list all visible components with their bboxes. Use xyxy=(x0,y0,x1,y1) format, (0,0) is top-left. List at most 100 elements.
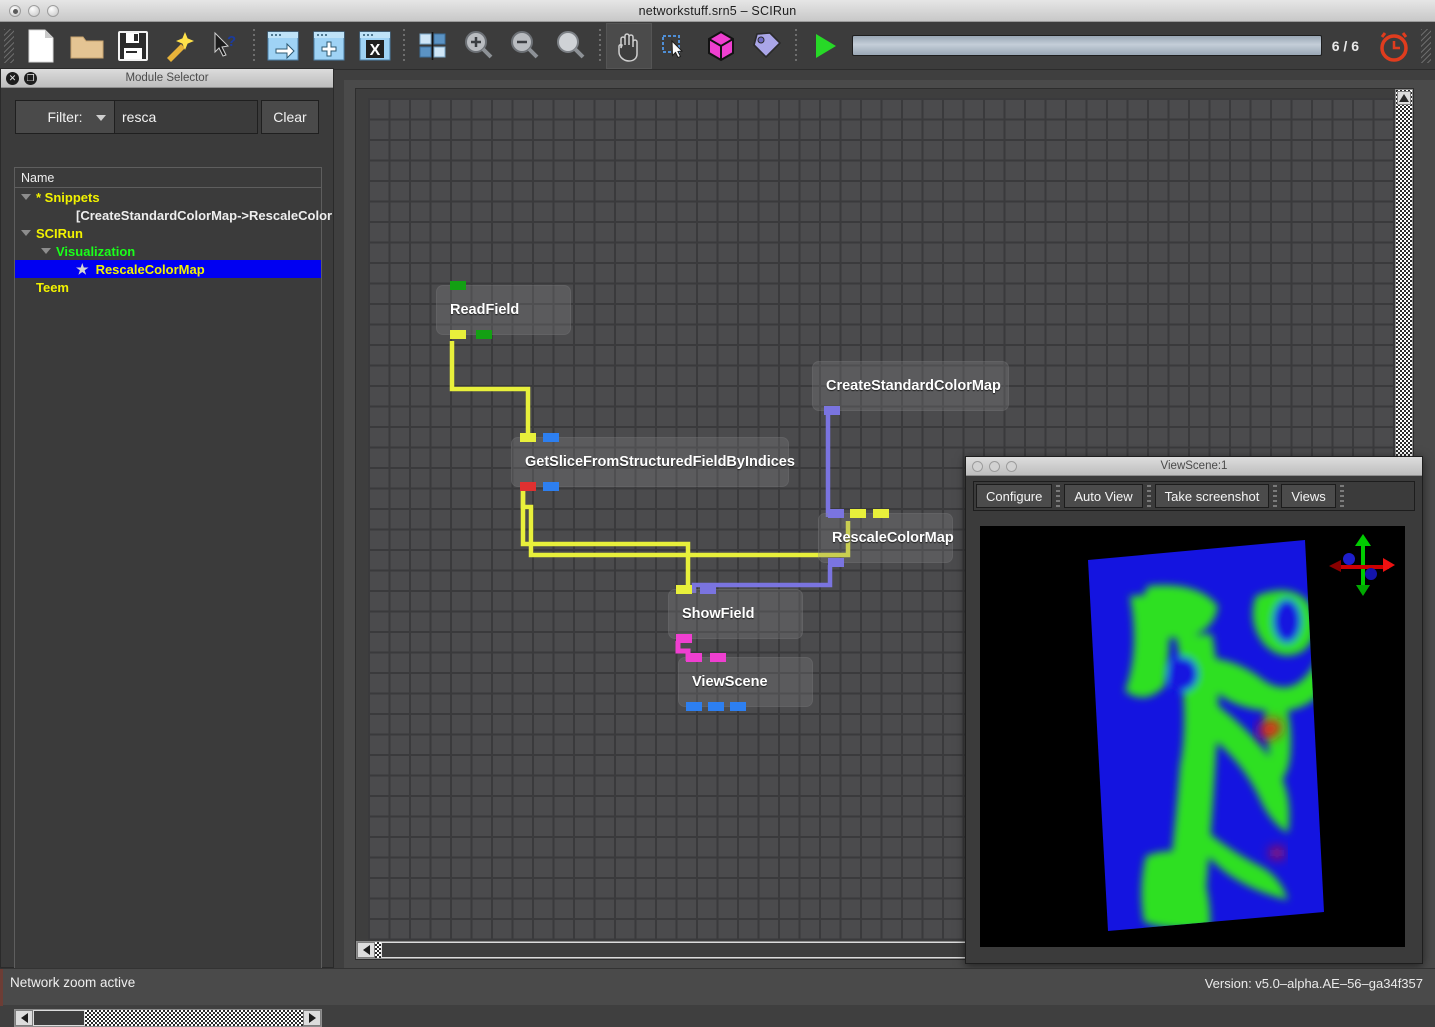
magic-wand-button[interactable] xyxy=(156,23,202,69)
module-output-port[interactable] xyxy=(476,330,492,339)
execution-progress-bar xyxy=(852,35,1322,56)
module-input-port[interactable] xyxy=(710,653,726,662)
take-screenshot-button[interactable]: Take screenshot xyxy=(1155,484,1270,508)
toolbar-grip-right[interactable] xyxy=(1421,29,1431,63)
tree-row-label: Teem xyxy=(36,280,69,295)
module-input-port[interactable] xyxy=(700,585,716,594)
execute-all-button[interactable] xyxy=(260,23,306,69)
save-file-button[interactable] xyxy=(110,23,156,69)
viewscene-window: ViewScene:1 Configure Auto View Take scr… xyxy=(965,456,1423,964)
clear-filter-button[interactable]: Clear xyxy=(261,100,319,134)
module-input-port[interactable] xyxy=(873,509,889,518)
module-createstandardcolormap[interactable]: CreateStandardColorMap xyxy=(812,361,1009,411)
module-label: ReadField xyxy=(450,302,519,318)
open-file-button[interactable] xyxy=(64,23,110,69)
toolbar-grip[interactable] xyxy=(1056,485,1060,507)
module-selector-titlebar: ✕ ❐ Module Selector xyxy=(1,69,333,88)
module-rescalecolormap[interactable]: RescaleColorMap xyxy=(818,513,953,563)
module-output-port[interactable] xyxy=(676,634,692,643)
tree-rows[interactable]: * Snippets[CreateStandardColorMap->Resca… xyxy=(15,188,321,296)
toolbar-separator xyxy=(253,29,255,63)
whats-this-button[interactable]: ? xyxy=(202,23,248,69)
tree-row[interactable]: Visualization xyxy=(15,242,321,260)
module-input-port[interactable] xyxy=(686,653,702,662)
toolbar-grip[interactable] xyxy=(1340,485,1344,507)
module-viewscene[interactable]: ViewScene xyxy=(678,657,813,707)
module-input-port[interactable] xyxy=(520,433,536,442)
viewscene-render-canvas[interactable] xyxy=(980,526,1405,947)
tree-row-label: * Snippets xyxy=(36,190,100,205)
execute-button[interactable] xyxy=(802,23,848,69)
svg-text:?: ? xyxy=(227,33,236,50)
module-output-port[interactable] xyxy=(708,702,724,711)
module-selector-title: Module Selector xyxy=(1,72,333,84)
tag-button[interactable] xyxy=(744,23,790,69)
module-readfield[interactable]: ReadField xyxy=(436,285,571,335)
main-toolbar: ? X 6 / 6 xyxy=(0,22,1435,70)
module-label: ShowField xyxy=(682,606,755,622)
tree-row[interactable]: Teem xyxy=(15,278,321,296)
views-button[interactable]: Views xyxy=(1281,484,1335,508)
align-modules-button[interactable] xyxy=(410,23,456,69)
hscroll-thumb[interactable] xyxy=(33,1010,85,1026)
filter-input[interactable] xyxy=(115,100,258,134)
viewscene-toolbar: Configure Auto View Take screenshot View… xyxy=(973,481,1415,511)
tree-row-label: SCIRun xyxy=(36,226,83,241)
zoom-in-button[interactable] xyxy=(456,23,502,69)
filter-mode-dropdown[interactable]: Filter: xyxy=(15,100,115,134)
auto-view-button[interactable]: Auto View xyxy=(1064,484,1142,508)
tree-row-label: [CreateStandardColorMap->RescaleColor xyxy=(76,208,332,223)
scroll-right-button[interactable] xyxy=(303,1010,321,1026)
expand-arrow-icon[interactable] xyxy=(21,194,31,200)
tree-row[interactable]: ★ RescaleColorMap xyxy=(15,260,321,278)
tree-column-header: Name xyxy=(15,168,321,188)
module-output-port[interactable] xyxy=(543,482,559,491)
module-output-port[interactable] xyxy=(520,482,536,491)
alarm-clock-icon[interactable] xyxy=(1371,23,1417,69)
module-label: GetSliceFromStructuredFieldByIndices xyxy=(525,454,795,470)
tree-row[interactable]: * Snippets xyxy=(15,188,321,206)
favorite-star-icon[interactable]: ★ xyxy=(76,261,89,278)
progress-count: 6 / 6 xyxy=(1332,38,1359,54)
module-input-port[interactable] xyxy=(676,585,692,594)
module-input-port[interactable] xyxy=(850,509,866,518)
pan-tool-button[interactable] xyxy=(606,23,652,69)
module-box-button[interactable] xyxy=(698,23,744,69)
module-input-port[interactable] xyxy=(828,509,844,518)
expand-arrow-icon[interactable] xyxy=(21,230,31,236)
toolbar-grip[interactable] xyxy=(1147,485,1151,507)
toolbar-separator xyxy=(795,29,797,63)
zoom-out-button[interactable] xyxy=(502,23,548,69)
configure-button[interactable]: Configure xyxy=(976,484,1052,508)
scroll-left-button[interactable] xyxy=(357,942,375,958)
tree-row[interactable]: SCIRun xyxy=(15,224,321,242)
module-getslicefromstructuredfieldbyindices[interactable]: GetSliceFromStructuredFieldByIndices xyxy=(511,437,789,487)
filter-row: Filter: Clear xyxy=(1,88,333,134)
module-output-port[interactable] xyxy=(686,702,702,711)
toolbar-grip[interactable] xyxy=(1273,485,1277,507)
module-showfield[interactable]: ShowField xyxy=(668,589,803,639)
zoom-reset-button[interactable] xyxy=(548,23,594,69)
clear-network-button[interactable]: X xyxy=(352,23,398,69)
vscroll-thumb[interactable] xyxy=(1397,91,1411,105)
tree-row-label: RescaleColorMap xyxy=(96,262,205,277)
axis-orientation-widget[interactable] xyxy=(1327,530,1399,598)
tree-row-label: Visualization xyxy=(56,244,135,259)
expand-arrow-icon[interactable] xyxy=(41,248,51,254)
toolbar-separator xyxy=(599,29,601,63)
select-tool-button[interactable] xyxy=(652,23,698,69)
module-input-port[interactable] xyxy=(543,433,559,442)
window-titlebar: networkstuff.srn5 – SCIRun xyxy=(0,0,1435,22)
scroll-left-button[interactable] xyxy=(15,1010,33,1026)
add-module-button[interactable] xyxy=(306,23,352,69)
module-output-port[interactable] xyxy=(824,406,840,415)
tree-row[interactable]: [CreateStandardColorMap->RescaleColor xyxy=(15,206,321,224)
new-file-button[interactable] xyxy=(18,23,64,69)
module-input-port[interactable] xyxy=(450,281,466,290)
module-output-port[interactable] xyxy=(450,330,466,339)
viewscene-title: ViewScene:1 xyxy=(966,460,1422,472)
module-selector-hscrollbar[interactable] xyxy=(14,1009,322,1027)
toolbar-grip[interactable] xyxy=(4,29,14,63)
module-output-port[interactable] xyxy=(828,558,844,567)
module-output-port[interactable] xyxy=(730,702,746,711)
